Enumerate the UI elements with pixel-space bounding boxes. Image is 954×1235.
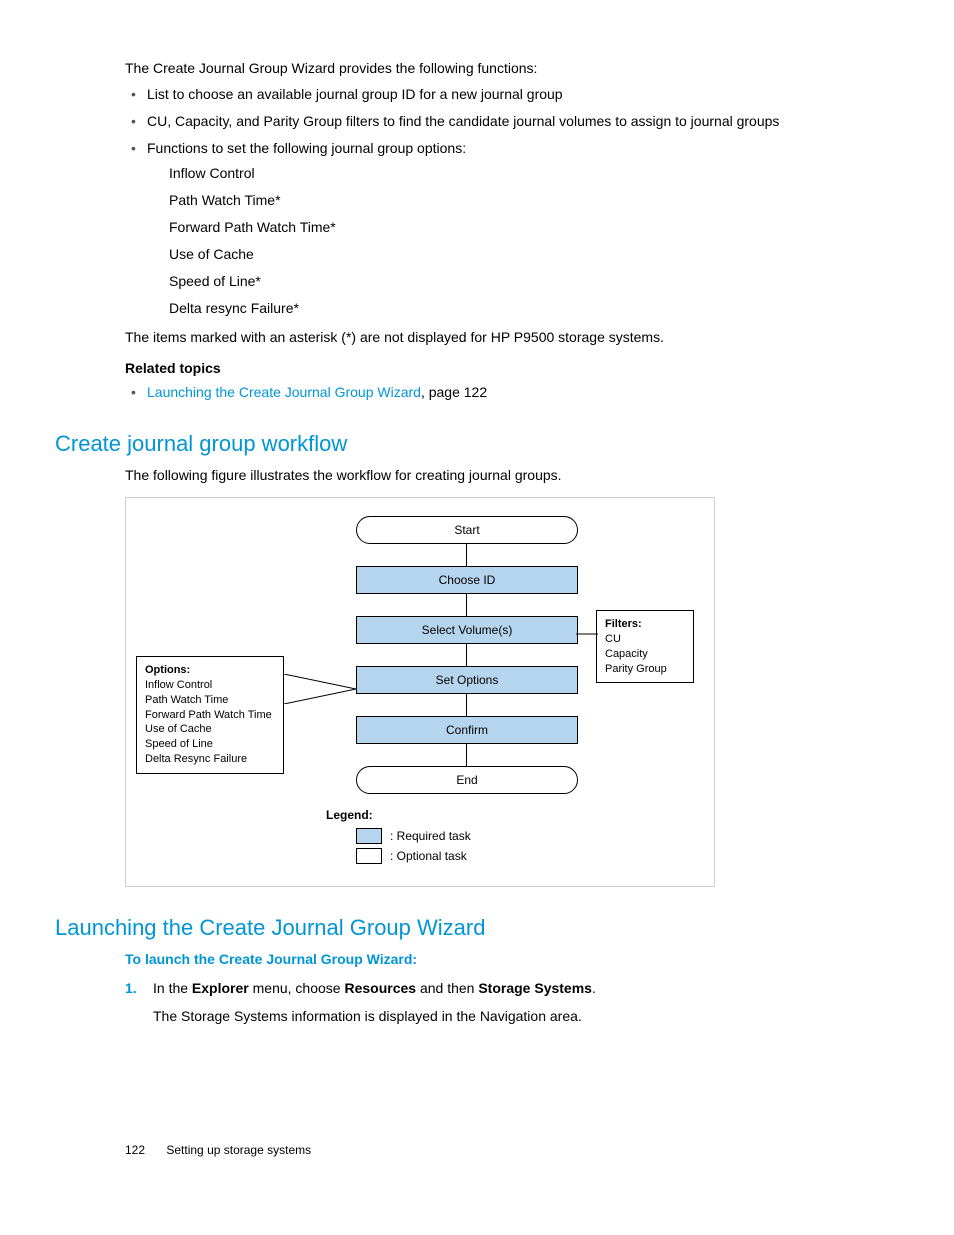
steps-list: 1. In the Explorer menu, choose Resource… (125, 977, 874, 1028)
bullet-item: List to choose an available journal grou… (125, 84, 874, 105)
bullet-list: List to choose an available journal grou… (125, 84, 874, 319)
related-list: Launching the Create Journal Group Wizar… (125, 382, 874, 403)
legend-title: Legend: (326, 808, 471, 822)
legend-swatch-optional (356, 848, 382, 864)
legend-row-optional: : Optional task (356, 848, 471, 864)
options-line: Delta Resync Failure (145, 752, 275, 767)
legend-swatch-required (356, 828, 382, 844)
select-volumes-node: Select Volume(s) (356, 616, 578, 644)
filters-header: Filters: (605, 617, 685, 632)
bullet-text: Functions to set the following journal g… (147, 140, 466, 156)
workflow-desc: The following figure illustrates the wor… (125, 467, 874, 483)
step-subtext: The Storage Systems information is displ… (153, 1005, 874, 1027)
options-line: Path Watch Time (145, 693, 275, 708)
step-bold: Storage Systems (478, 980, 592, 996)
options-line: Use of Cache (145, 722, 275, 737)
related-link[interactable]: Launching the Create Journal Group Wizar… (147, 384, 421, 400)
diagram-legend: Legend: : Required task : Optional task (326, 808, 471, 868)
page: The Create Journal Group Wizard provides… (0, 0, 954, 1235)
end-node: End (356, 766, 578, 794)
legend-label: : Optional task (390, 849, 467, 863)
legend-row-required: : Required task (356, 828, 471, 844)
step-item: 1. In the Explorer menu, choose Resource… (125, 977, 874, 1028)
options-connector-line (284, 674, 356, 704)
connector-line (466, 594, 467, 616)
options-line: Inflow Control (145, 678, 275, 693)
footer-section: Setting up storage systems (166, 1143, 311, 1157)
filters-sidebox: Filters: CU Capacity Parity Group (596, 610, 694, 683)
workflow-diagram: Start Choose ID Select Volume(s) Set Opt… (125, 497, 715, 887)
options-sublist: Inflow Control Path Watch Time* Forward … (147, 163, 874, 319)
related-item: Launching the Create Journal Group Wizar… (125, 382, 874, 403)
option-item: Delta resync Failure* (169, 298, 874, 319)
option-item: Forward Path Watch Time* (169, 217, 874, 238)
option-item: Use of Cache (169, 244, 874, 265)
launch-subheading: To launch the Create Journal Group Wizar… (125, 951, 874, 967)
launch-heading: Launching the Create Journal Group Wizar… (55, 915, 874, 941)
start-node: Start (356, 516, 578, 544)
options-line: Forward Path Watch Time (145, 708, 275, 723)
content-block: The Create Journal Group Wizard provides… (125, 60, 874, 403)
step-text: In the (153, 980, 192, 996)
set-options-node: Set Options (356, 666, 578, 694)
option-item: Inflow Control (169, 163, 874, 184)
filters-line: Parity Group (605, 662, 685, 677)
option-item: Speed of Line* (169, 271, 874, 292)
related-topics-heading: Related topics (125, 360, 874, 376)
related-link-suffix: , page 122 (421, 384, 487, 400)
workflow-heading: Create journal group workflow (55, 431, 874, 457)
connector-line (466, 744, 467, 766)
step-number: 1. (125, 977, 137, 999)
page-footer: 122 Setting up storage systems (125, 1143, 311, 1157)
workflow-content: The following figure illustrates the wor… (125, 467, 874, 887)
step-text: menu, choose (249, 980, 345, 996)
legend-label: : Required task (390, 829, 471, 843)
connector-line (466, 644, 467, 666)
connector-line (466, 544, 467, 566)
filters-line: CU (605, 632, 685, 647)
step-text: and then (416, 980, 478, 996)
page-number: 122 (125, 1143, 145, 1157)
choose-id-node: Choose ID (356, 566, 578, 594)
bullet-item: CU, Capacity, and Parity Group filters t… (125, 111, 874, 132)
options-line: Speed of Line (145, 737, 275, 752)
bullet-item: Functions to set the following journal g… (125, 138, 874, 319)
options-header: Options: (145, 663, 275, 678)
flow-column: Start Choose ID Select Volume(s) Set Opt… (356, 516, 576, 794)
step-text: . (592, 980, 596, 996)
options-sidebox: Options: Inflow Control Path Watch Time … (136, 656, 284, 774)
confirm-node: Confirm (356, 716, 578, 744)
filters-line: Capacity (605, 647, 685, 662)
launch-content: To launch the Create Journal Group Wizar… (125, 951, 874, 1028)
option-item: Path Watch Time* (169, 190, 874, 211)
intro-text: The Create Journal Group Wizard provides… (125, 60, 874, 76)
filters-connector-line (576, 628, 598, 640)
step-bold: Resources (344, 980, 416, 996)
step-bold: Explorer (192, 980, 249, 996)
asterisk-note: The items marked with an asterisk (*) ar… (125, 327, 874, 348)
connector-line (466, 694, 467, 716)
